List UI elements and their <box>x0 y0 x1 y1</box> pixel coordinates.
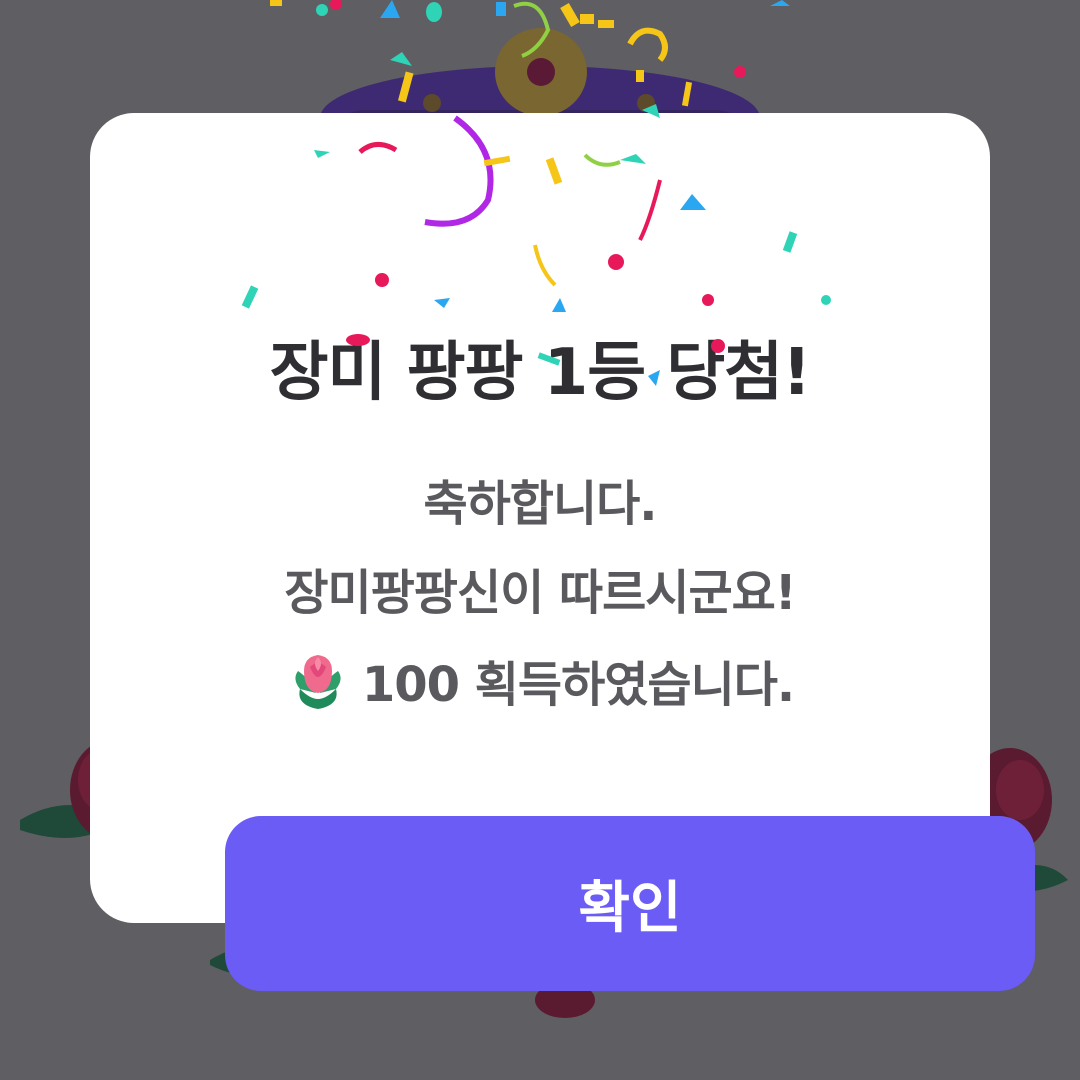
luck-message: 장미팡팡신이 따르시군요! <box>284 565 796 621</box>
congrats-message: 축하합니다. <box>423 476 657 532</box>
rose-icon <box>286 649 350 713</box>
reward-message: 100 획득하였습니다. <box>90 649 990 717</box>
win-dialog: 장미 팡팡 1등 당첨! 축하합니다. 장미팡팡신이 따르시군요! 100 획득… <box>90 113 1035 991</box>
reward-amount: 100 <box>361 657 460 713</box>
dialog-title: 장미 팡팡 1등 당첨! <box>269 336 812 410</box>
reward-suffix: 획득하였습니다. <box>459 657 795 713</box>
confirm-button[interactable]: 확인 <box>225 816 1035 991</box>
